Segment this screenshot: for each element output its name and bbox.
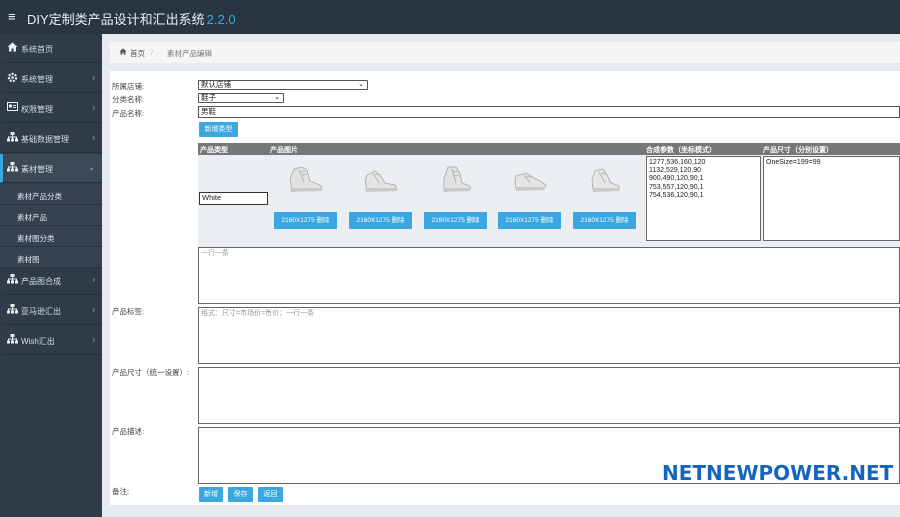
sidebar-item-label: 权限管理 (21, 105, 53, 114)
chevron-right-icon: › (92, 103, 95, 112)
sitemap-icon (7, 304, 19, 317)
category-select[interactable]: 鞋子 ⌄ (198, 93, 284, 103)
id-card-icon (7, 102, 19, 114)
breadcrumb-home-link[interactable]: 首页 (130, 48, 145, 59)
sidebar-subitem-label: 素材图 (17, 255, 40, 264)
store-select-value: 默认店铺 (201, 80, 231, 89)
add-type-button[interactable]: 新增类型 (199, 122, 238, 137)
product-image (355, 161, 405, 197)
app-version: 2.2.0 (206, 12, 236, 27)
product-type-row: White 2160X1275 删除 2160X1275 删除 2160X127… (198, 155, 900, 247)
sidebar-item-label: 系统管理 (21, 75, 53, 84)
sidebar: 系统首页 系统管理 › 权限管理 › 基础数据管理 › 素材管理 ⌄ 素材产品分… (0, 34, 102, 517)
remark-label: 备注: (112, 487, 130, 496)
sitemap-icon (7, 132, 19, 145)
sidebar-subitem-label: 素材图分类 (17, 234, 55, 243)
home-icon (7, 42, 19, 55)
sidebar-subitem-material-image-category[interactable]: 素材图分类 (0, 226, 102, 247)
sidebar-subitem-label: 素材产品 (17, 213, 47, 222)
sidebar-item-label: 素材管理 (21, 165, 53, 174)
size-all-label: 产品尺寸（统一设置）: (112, 368, 190, 377)
image-delete-button[interactable]: 2160X1275 删除 (424, 212, 487, 229)
sidebar-item-label: Wish汇出 (21, 337, 55, 346)
sitemap-icon (7, 162, 19, 175)
sidebar-subitem-label: 素材产品分类 (17, 192, 62, 201)
add-button[interactable]: 新增 (199, 487, 223, 502)
main-content: 首页 / 素材产品编辑 所属店铺: 默认店铺 ⌄ 分类名称: 鞋子 ⌄ 产品名称… (102, 34, 900, 517)
top-bar: ≡ DIY定制类产品设计和汇出系统 2.2.0 (0, 0, 900, 34)
sidebar-item-home[interactable]: 系统首页 (0, 34, 102, 63)
header-product-size: 产品尺寸（分别设置） (763, 147, 833, 154)
sitemap-icon (7, 334, 19, 347)
product-image (504, 161, 554, 197)
tags-label: 产品标签: (112, 307, 145, 316)
size-all-textarea[interactable]: 格式：尺寸=市场价=售价；一行一条 (198, 307, 900, 364)
store-label: 所属店铺: (112, 82, 145, 91)
description-label: 产品描述: (112, 427, 145, 436)
sidebar-item-image-compose[interactable]: 产品图合成 › (0, 266, 102, 295)
sidebar-subitem-material-image[interactable]: 素材图 (0, 247, 102, 268)
breadcrumb-current: 素材产品编辑 (167, 49, 212, 58)
image-delete-button[interactable]: 2160X1275 删除 (498, 212, 561, 229)
save-button[interactable]: 保存 (228, 487, 253, 502)
image-delete-button[interactable]: 2160X1275 删除 (349, 212, 412, 229)
product-image (430, 161, 480, 197)
image-delete-button[interactable]: 2160X1275 删除 (274, 212, 337, 229)
header-product-type: 产品类型 (200, 147, 228, 154)
sidebar-item-label: 亚马逊汇出 (21, 307, 61, 316)
size-params-textarea[interactable]: OneSize=199=99 (763, 156, 900, 241)
sidebar-item-system[interactable]: 系统管理 › (0, 64, 102, 93)
header-compose-params: 合成参数（坐标模式） (646, 147, 716, 154)
chevron-down-icon: ⌄ (358, 81, 364, 88)
chevron-right-icon: › (92, 275, 95, 284)
chevron-right-icon: › (92, 133, 95, 142)
tags-textarea[interactable]: 一行一条 (198, 247, 900, 304)
chevron-down-icon: ⌄ (88, 163, 95, 172)
app-title-text: DIY定制类产品设计和汇出系统 (27, 12, 205, 27)
product-type-input[interactable]: White (199, 192, 268, 205)
breadcrumb: 首页 / 素材产品编辑 (110, 42, 900, 63)
sidebar-item-wish-export[interactable]: Wish汇出 › (0, 326, 102, 355)
chevron-right-icon: › (92, 335, 95, 344)
product-image (280, 161, 330, 197)
home-icon (119, 48, 127, 57)
store-select[interactable]: 默认店铺 ⌄ (198, 80, 368, 90)
product-name-input[interactable]: 男鞋 (198, 106, 900, 118)
form-panel: 所属店铺: 默认店铺 ⌄ 分类名称: 鞋子 ⌄ 产品名称: 男鞋 新增类型 产品… (110, 71, 900, 505)
chevron-right-icon: › (92, 73, 95, 82)
header-product-images: 产品图片 (270, 147, 298, 154)
product-name-label: 产品名称: (112, 109, 145, 118)
product-image (579, 161, 629, 197)
breadcrumb-separator: / (151, 48, 154, 57)
app-title: DIY定制类产品设计和汇出系统 2.2.0 (27, 9, 236, 28)
sitemap-icon (7, 274, 19, 287)
gear-icon (7, 72, 19, 86)
sidebar-item-materials[interactable]: 素材管理 ⌄ (0, 154, 102, 183)
category-select-value: 鞋子 (201, 93, 216, 102)
product-type-table-header: 产品类型 产品图片 合成参数（坐标模式） 产品尺寸（分别设置） (198, 143, 900, 155)
sidebar-item-permissions[interactable]: 权限管理 › (0, 94, 102, 123)
chevron-right-icon: › (92, 305, 95, 314)
sidebar-item-label: 系统首页 (21, 45, 53, 54)
sidebar-subitem-material-product-category[interactable]: 素材产品分类 (0, 184, 102, 205)
hamburger-menu-icon[interactable]: ≡ (8, 9, 16, 24)
watermark: NETNEWPOWER.NET (662, 461, 894, 485)
sidebar-item-amazon-export[interactable]: 亚马逊汇出 › (0, 296, 102, 325)
category-label: 分类名称: (112, 95, 145, 104)
sidebar-item-label: 基础数据管理 (21, 135, 69, 144)
sidebar-subitem-material-product[interactable]: 素材产品 (0, 205, 102, 226)
image-delete-button[interactable]: 2160X1275 删除 (573, 212, 636, 229)
sidebar-item-label: 产品图合成 (21, 277, 61, 286)
back-button[interactable]: 返回 (258, 487, 283, 502)
chevron-down-icon: ⌄ (274, 94, 280, 101)
sidebar-item-base-data[interactable]: 基础数据管理 › (0, 124, 102, 153)
compose-params-textarea[interactable]: 1277,536,160,120 1132,529,120,90 900,490… (646, 156, 761, 241)
description-textarea[interactable] (198, 367, 900, 424)
